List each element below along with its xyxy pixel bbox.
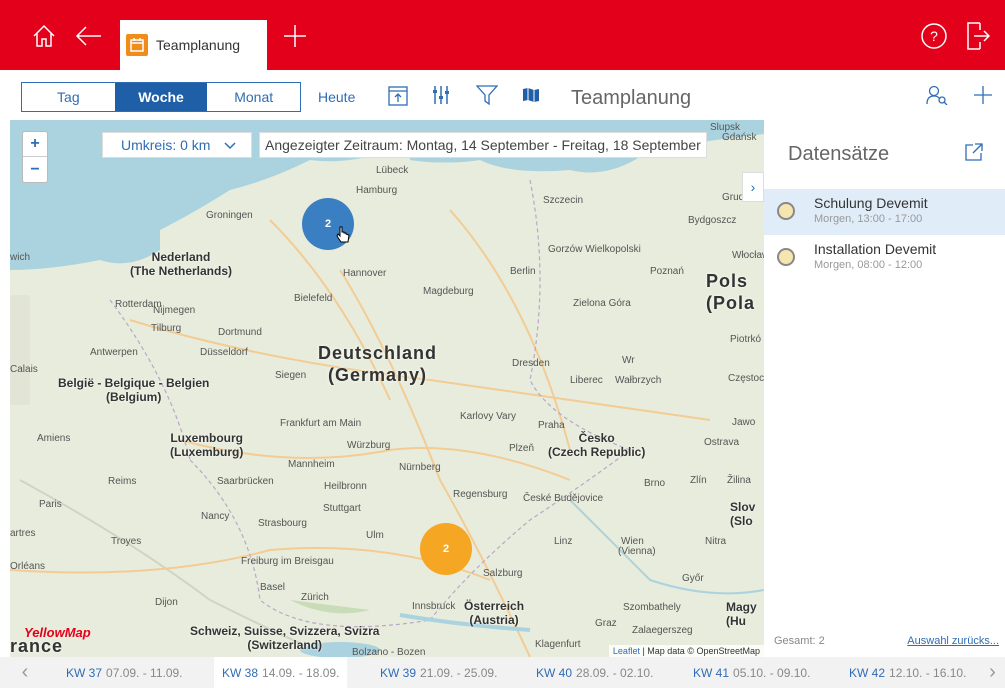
clock-icon <box>777 202 795 220</box>
panel-title: Datensätze <box>788 143 890 165</box>
logout-icon[interactable] <box>964 22 992 50</box>
record-time: Morgen, 13:00 - 17:00 <box>814 213 923 225</box>
week-item[interactable]: KW 39 21.09. - 25.09. <box>372 657 505 688</box>
country-label-de: Deutschland (Germany) <box>318 343 438 385</box>
clock-icon <box>777 248 795 266</box>
view-week-button[interactable]: Woche <box>114 83 208 111</box>
week-navigation: ‹ KW 37 07.09. - 11.09. KW 38 14.09. - 18.… <box>0 657 1005 688</box>
filter-icon[interactable] <box>476 84 498 106</box>
map-icon[interactable] <box>520 84 542 106</box>
leaflet-link[interactable]: Leaflet <box>613 646 640 656</box>
radius-select[interactable]: Umkreis: 0 km <box>102 132 252 158</box>
external-link-icon[interactable] <box>964 142 984 167</box>
settings-sliders-icon[interactable] <box>430 84 452 106</box>
tab-teamplanung[interactable]: Teamplanung <box>120 20 267 70</box>
zoom-in-button[interactable]: + <box>23 132 47 157</box>
record-item[interactable]: Installation Devemit Morgen, 08:00 - 12:… <box>764 235 1005 281</box>
week-item-active[interactable]: KW 38 14.09. - 18.09. <box>214 657 348 688</box>
records-panel: Datensätze Schulung Devemit Morgen, 13:0… <box>764 120 1005 657</box>
record-title: Installation Devemit <box>814 241 937 257</box>
week-item[interactable]: KW 41 05.10. - 09.10. <box>685 657 818 688</box>
home-icon[interactable] <box>30 22 58 50</box>
total-count: Gesamt: 2 <box>774 635 825 647</box>
attribution-text: | Map data © OpenStreetMap <box>639 646 760 656</box>
zoom-control: + − <box>22 131 48 183</box>
view-month-button[interactable]: Monat <box>207 83 300 111</box>
country-label-be: België - Belgique - Belgien (Belgium) <box>58 376 210 404</box>
today-button[interactable]: Heute <box>318 89 355 105</box>
back-icon[interactable] <box>75 22 103 50</box>
country-label-at: Österreich (Austria) <box>464 599 525 627</box>
view-day-button[interactable]: Tag <box>22 83 115 111</box>
chevron-right-icon[interactable]: › <box>980 657 1005 688</box>
cluster-count: 2 <box>442 543 450 555</box>
country-label-ch: Schweiz, Suisse, Svizzera, Svizra (Switze… <box>190 624 380 652</box>
week-item[interactable]: KW 37 07.09. - 11.09. <box>58 657 191 688</box>
week-item[interactable]: KW 40 28.09. - 02.10. <box>528 657 661 688</box>
user-search-icon[interactable] <box>926 84 948 106</box>
zoom-out-button[interactable]: − <box>23 157 47 182</box>
map-attribution: Leaflet | Map data © OpenStreetMap <box>608 645 764 657</box>
country-label-pl: Pols (Pola <box>706 271 756 313</box>
chevron-right-icon[interactable]: › <box>742 172 764 202</box>
page-title: Teamplanung <box>571 87 692 109</box>
record-time: Morgen, 08:00 - 12:00 <box>814 259 923 271</box>
record-title: Schulung Devemit <box>814 195 928 211</box>
cluster-count: 2 <box>324 218 332 230</box>
calendar-export-icon[interactable] <box>387 84 409 106</box>
calendar-icon <box>126 34 148 56</box>
chevron-down-icon <box>224 137 236 153</box>
svg-text:?: ? <box>930 28 938 44</box>
toolbar: Tag Woche Monat Heute Teamplanung <box>0 70 1005 120</box>
yellowmap-logo: YellowMap <box>24 625 91 640</box>
cursor-hand-icon <box>336 226 350 249</box>
chevron-left-icon[interactable]: ‹ <box>10 657 40 688</box>
view-switcher: Tag Woche Monat <box>21 82 301 112</box>
country-label-lu: Luxembourg (Luxemburg) <box>170 431 244 459</box>
top-bar: Teamplanung ? <box>0 0 1005 70</box>
map-cluster-orange[interactable]: 2 <box>420 523 472 575</box>
week-item[interactable]: KW 42 12.10. - 16.10. <box>841 657 974 688</box>
radius-label: Umkreis: 0 km <box>121 137 211 153</box>
map-view[interactable]: Slupsk Gdańsk Lübeck Hamburg Szczecin Gr… <box>10 120 764 657</box>
country-label-cz: Česko (Czech Republic) <box>548 431 646 459</box>
tab-label: Teamplanung <box>156 37 241 53</box>
add-tab-icon[interactable] <box>281 22 309 50</box>
record-item[interactable]: Schulung Devemit Morgen, 13:00 - 17:00 <box>764 189 1005 235</box>
add-icon[interactable] <box>972 84 994 106</box>
reset-selection-link[interactable]: Auswahl zurücks... <box>907 635 999 647</box>
help-icon[interactable]: ? <box>920 22 948 50</box>
country-label-nl: Nederland (The Netherlands) <box>130 250 233 278</box>
date-range-label: Angezeigter Zeitraum: Montag, 14 Septemb… <box>259 132 707 158</box>
